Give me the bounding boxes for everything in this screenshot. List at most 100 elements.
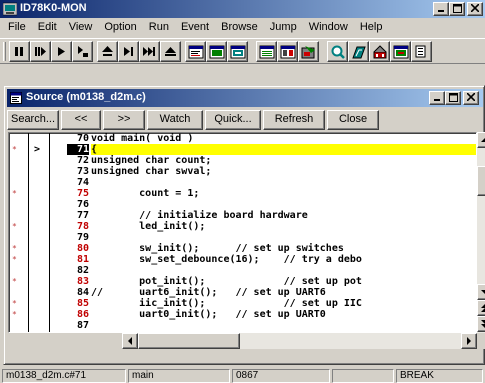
search-button[interactable]: Search... [7,110,59,130]
menu-option[interactable]: Option [98,21,142,33]
watch-window-button[interactable] [348,41,369,62]
return-icon [102,46,113,56]
assemble-window-button[interactable] [206,41,227,62]
restart-button[interactable] [30,41,51,62]
source-close-button[interactable] [463,91,479,105]
go-button[interactable] [51,41,72,62]
source-line[interactable]: * 75 count = 1; [9,188,476,199]
source-line[interactable]: 82 [9,265,476,276]
maximize-button[interactable] [449,2,465,16]
page-down-button[interactable] [477,316,485,332]
source-line[interactable]: 84// uart6_init(); // set up UART6 [9,287,476,298]
menu-view[interactable]: View [63,21,99,33]
stop-icon [15,47,23,56]
source-line[interactable]: 79 [9,232,476,243]
status-bar: m0138_d2m.c#71 main 0867 BREAK [0,368,485,383]
refresh-button[interactable]: Refresh [263,110,325,130]
source-line[interactable]: 74 [9,177,476,188]
source-line[interactable]: 76 [9,199,476,210]
breakpoint-mark-icon[interactable]: * [12,254,22,265]
source-code-text: led_init(); [91,221,206,232]
menu-run[interactable]: Run [143,21,175,33]
quick-watch-dialog-button[interactable]: Quick... [205,110,261,130]
menu-event[interactable]: Event [175,21,215,33]
toolbar-grip[interactable] [3,42,6,61]
line-number: 87 [76,320,89,331]
scroll-left-button[interactable] [122,333,138,349]
quick-watch-button[interactable] [327,41,348,62]
source-line[interactable]: * 80 sw_init(); // set up switches [9,243,476,254]
close-icon [467,93,475,101]
close-button[interactable] [467,2,483,16]
app-title: ID78K0-MON [20,2,87,14]
arrow-left-icon [128,337,132,345]
source-line[interactable]: 77 // initialize board hardware [9,210,476,221]
minimize-button[interactable] [433,2,449,16]
stop-button[interactable] [9,41,30,62]
vertical-scroll-thumb[interactable] [477,166,485,196]
source-line[interactable]: * 86 uart0_init(); // set up UART0 [9,309,476,320]
horizontal-scroll-thumb[interactable] [138,333,240,349]
source-line[interactable]: 87 [9,320,476,331]
source-code-text: void main( void ) [91,133,194,144]
breakpoint-mark-icon[interactable]: * [12,188,22,199]
source-maximize-button[interactable] [445,91,461,105]
source-line[interactable]: * 78 led_init(); [9,221,476,232]
menu-jump[interactable]: Jump [264,21,303,33]
memory-window-button[interactable] [227,41,248,62]
line-number: 75 [76,188,89,199]
vertical-scrollbar[interactable] [477,132,485,333]
source-window-title: Source (m0138_d2m.c) [26,91,146,103]
more-button[interactable] [411,41,432,62]
event-button[interactable] [390,41,411,62]
prev-button[interactable]: << [61,110,101,130]
scroll-down-button[interactable] [477,284,485,300]
source-line[interactable]: 73 unsigned char swval; [9,166,476,177]
next-button[interactable]: >> [103,110,145,130]
horizontal-scrollbar[interactable] [122,333,477,349]
menu-window[interactable]: Window [303,21,354,33]
ignore-break-button[interactable] [139,41,160,62]
step-in-button[interactable] [72,41,93,62]
breakpoint-mark-icon[interactable]: * [12,309,22,320]
breakpoint-mark-icon[interactable]: * [12,243,22,254]
source-window-button[interactable] [185,41,206,62]
local-variable-button[interactable] [298,41,319,62]
scroll-right-button[interactable] [461,333,477,349]
source-line[interactable]: * 85 iic_init(); // set up IIC [9,298,476,309]
breakpoint-mark-icon[interactable]: * [12,144,22,155]
quick-watch-icon [331,45,345,59]
breakpoint-mark-icon[interactable]: * [12,298,22,309]
line-number: 77 [76,210,89,221]
close-window-button[interactable]: Close [327,110,379,130]
menu-help[interactable]: Help [354,21,389,33]
page-up-button[interactable] [477,300,485,316]
menu-edit[interactable]: Edit [32,21,63,33]
sfr-window-button[interactable] [277,41,298,62]
app-title-bar[interactable]: ID78K0-MON [0,0,485,18]
scroll-up-button[interactable] [477,132,485,148]
source-window-title-bar[interactable]: Source (m0138_d2m.c) [7,89,483,107]
stack-trace-button[interactable] [369,41,390,62]
minimize-icon [438,10,444,12]
source-line[interactable]: * >71{ [9,144,476,155]
come-here-button[interactable] [118,41,139,62]
breakpoint-mark-icon[interactable]: * [12,221,22,232]
return-button[interactable] [97,41,118,62]
source-code-pane[interactable]: 70 void main( void ) * >71{72 unsigned char … [8,132,477,333]
source-line[interactable]: 70 void main( void ) [9,133,476,144]
register-window-button[interactable] [256,41,277,62]
source-minimize-button[interactable] [429,91,445,105]
breakpoint-mark-icon[interactable]: * [12,276,22,287]
size-grip[interactable] [477,333,485,349]
menu-browse[interactable]: Browse [215,21,264,33]
menu-file[interactable]: File [2,21,32,33]
source-line[interactable]: 72 unsigned char count; [9,155,476,166]
source-line[interactable]: * 83 pot_init(); // set up pot [9,276,476,287]
more-icon [415,45,426,58]
maximize-icon [448,93,458,102]
eject-button[interactable] [160,41,181,62]
source-line[interactable]: * 81 sw_set_debounce(16); // try a debo [9,254,476,265]
watch-button[interactable]: Watch [147,110,203,130]
ignore-break-icon [143,47,155,56]
